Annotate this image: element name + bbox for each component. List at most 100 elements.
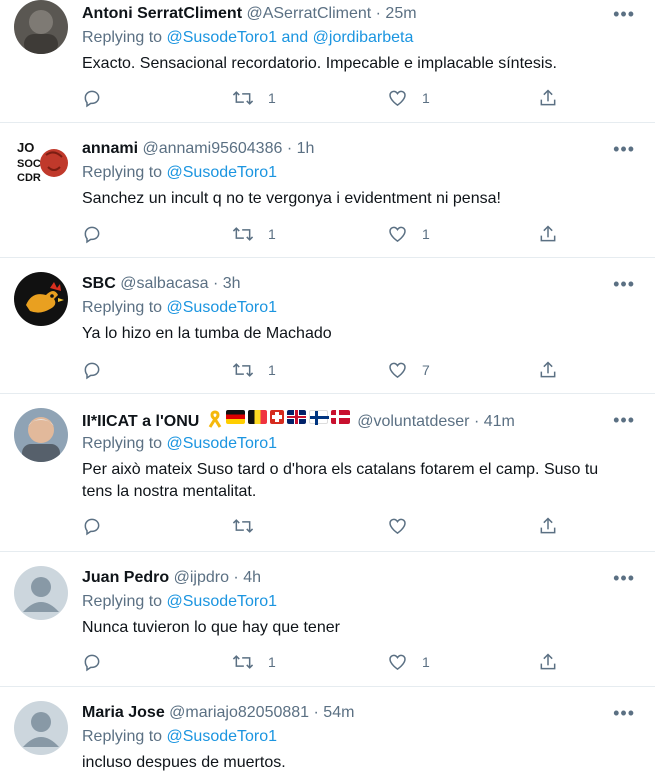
like-button[interactable]: 1 (387, 222, 430, 246)
like-icon (389, 654, 406, 670)
reply-mention-link[interactable]: @SusodeToro1 (167, 593, 278, 610)
tweet-actions: 1 1 (82, 650, 562, 674)
tweet-card[interactable]: II*IICAT a l'ONU @voluntatdeser · 41m ••… (0, 394, 655, 552)
reply-mention-link[interactable]: @SusodeToro1 (167, 728, 278, 745)
display-name[interactable]: Juan Pedro (82, 569, 169, 586)
avatar[interactable] (14, 408, 68, 462)
more-icon[interactable]: ••• (613, 274, 635, 295)
avatar[interactable]: JO SOC CDR (14, 137, 68, 191)
replying-label: Replying to (82, 164, 163, 181)
tweet-card[interactable]: SBC @salbacasa · 3h ••• Replying to @Sus… (0, 258, 655, 394)
tweet-card[interactable]: Maria Jose @mariajo82050881 · 54m ••• Re… (0, 687, 655, 775)
reply-button[interactable] (82, 514, 102, 538)
more-icon[interactable]: ••• (613, 703, 635, 724)
reply-mention-link[interactable]: @SusodeToro1 (167, 299, 278, 316)
display-name[interactable]: Antoni SerratCliment (82, 5, 242, 22)
more-icon[interactable]: ••• (613, 4, 635, 25)
reply-button[interactable] (82, 222, 102, 246)
avatar-text: SOC (17, 158, 41, 170)
avatar[interactable] (14, 272, 68, 326)
share-button[interactable] (538, 514, 558, 538)
replying-to: Replying to @SusodeToro1 (82, 728, 277, 746)
avatar[interactable] (14, 566, 68, 620)
tweet-actions: 1 1 (82, 222, 562, 246)
timestamp[interactable]: 25m (385, 5, 416, 22)
user-handle[interactable]: @salbacasa (120, 275, 208, 292)
finland-flag-icon (308, 410, 329, 425)
tweet-card[interactable]: Antoni SerratCliment @ASerratCliment · 2… (0, 0, 655, 123)
replying-to: Replying to @SusodeToro1 (82, 299, 277, 317)
reply-mention-join[interactable]: and (281, 29, 308, 46)
germany-flag-icon (225, 410, 245, 424)
retweet-button[interactable]: 1 (232, 650, 276, 674)
user-handle[interactable]: @voluntatdeser (357, 413, 469, 430)
retweet-button[interactable]: 1 (232, 222, 276, 246)
reply-button[interactable] (82, 86, 102, 110)
user-handle[interactable]: @ASerratCliment (246, 5, 371, 22)
more-icon[interactable]: ••• (613, 568, 635, 589)
reply-mention-link[interactable]: @SusodeToro1 (167, 435, 278, 452)
tweet-header: annami @annami95604386 · 1h (82, 139, 314, 159)
tweet-card[interactable]: JO SOC CDR annami @annami95604386 · 1h •… (0, 123, 655, 258)
belgium-flag-icon (247, 410, 267, 424)
reply-icon (84, 90, 100, 108)
retweet-button[interactable]: 1 (232, 86, 276, 110)
like-button[interactable]: 7 (387, 358, 430, 382)
share-button[interactable] (538, 222, 558, 246)
reply-mention-link[interactable]: @jordibarbeta (313, 29, 414, 46)
share-icon (540, 89, 556, 106)
retweet-count: 1 (268, 226, 276, 242)
reply-button[interactable] (82, 358, 102, 382)
replying-label: Replying to (82, 299, 163, 316)
tweet-header: II*IICAT a l'ONU @voluntatdeser · 41m (82, 410, 515, 432)
display-name[interactable]: SBC (82, 275, 116, 292)
share-icon (540, 517, 556, 534)
like-button[interactable]: 1 (387, 650, 430, 674)
display-name-emoji (207, 410, 350, 428)
timestamp[interactable]: 3h (223, 275, 241, 292)
user-handle[interactable]: @annami95604386 (142, 140, 282, 157)
share-button[interactable] (538, 86, 558, 110)
more-icon[interactable]: ••• (613, 139, 635, 160)
timestamp[interactable]: 41m (484, 413, 515, 430)
replying-to: Replying to @SusodeToro1 (82, 164, 277, 182)
like-icon (389, 90, 406, 106)
replying-to: Replying to @SusodeToro1 (82, 593, 277, 611)
reply-button[interactable] (82, 650, 102, 674)
timestamp[interactable]: 4h (243, 569, 261, 586)
user-handle[interactable]: @ijpdro (174, 569, 229, 586)
share-icon (540, 361, 556, 378)
share-button[interactable] (538, 650, 558, 674)
more-icon[interactable]: ••• (613, 410, 635, 431)
tweet-card[interactable]: Juan Pedro @ijpdro · 4h ••• Replying to … (0, 552, 655, 687)
timestamp[interactable]: 54m (323, 704, 354, 721)
retweet-count: 1 (268, 90, 276, 106)
display-name[interactable]: annami (82, 140, 138, 157)
tweet-actions (82, 514, 562, 538)
separator-dot: · (313, 704, 319, 721)
reply-icon (84, 226, 100, 244)
tweet-actions: 1 1 (82, 86, 562, 110)
avatar-text: CDR (17, 172, 41, 184)
user-handle[interactable]: @mariajo82050881 (169, 704, 309, 721)
share-button[interactable] (538, 358, 558, 382)
reply-icon (84, 654, 100, 672)
retweet-icon (232, 363, 254, 377)
avatar[interactable] (14, 701, 68, 755)
retweet-icon (232, 91, 254, 105)
avatar[interactable] (14, 0, 68, 54)
reply-mention-link[interactable]: @SusodeToro1 (167, 164, 278, 181)
replying-label: Replying to (82, 593, 163, 610)
share-icon (540, 653, 556, 670)
retweet-button[interactable] (232, 514, 268, 538)
replying-to: Replying to @SusodeToro1 (82, 435, 277, 453)
retweet-button[interactable]: 1 (232, 358, 276, 382)
display-name[interactable]: II*IICAT a l'ONU (82, 413, 199, 430)
avatar-text: JO (17, 140, 34, 155)
like-button[interactable]: 1 (387, 86, 430, 110)
display-name[interactable]: Maria Jose (82, 704, 165, 721)
like-button[interactable] (387, 514, 422, 538)
reply-mention-link[interactable]: @SusodeToro1 (167, 29, 278, 46)
reply-icon (84, 362, 100, 380)
timestamp[interactable]: 1h (297, 140, 315, 157)
